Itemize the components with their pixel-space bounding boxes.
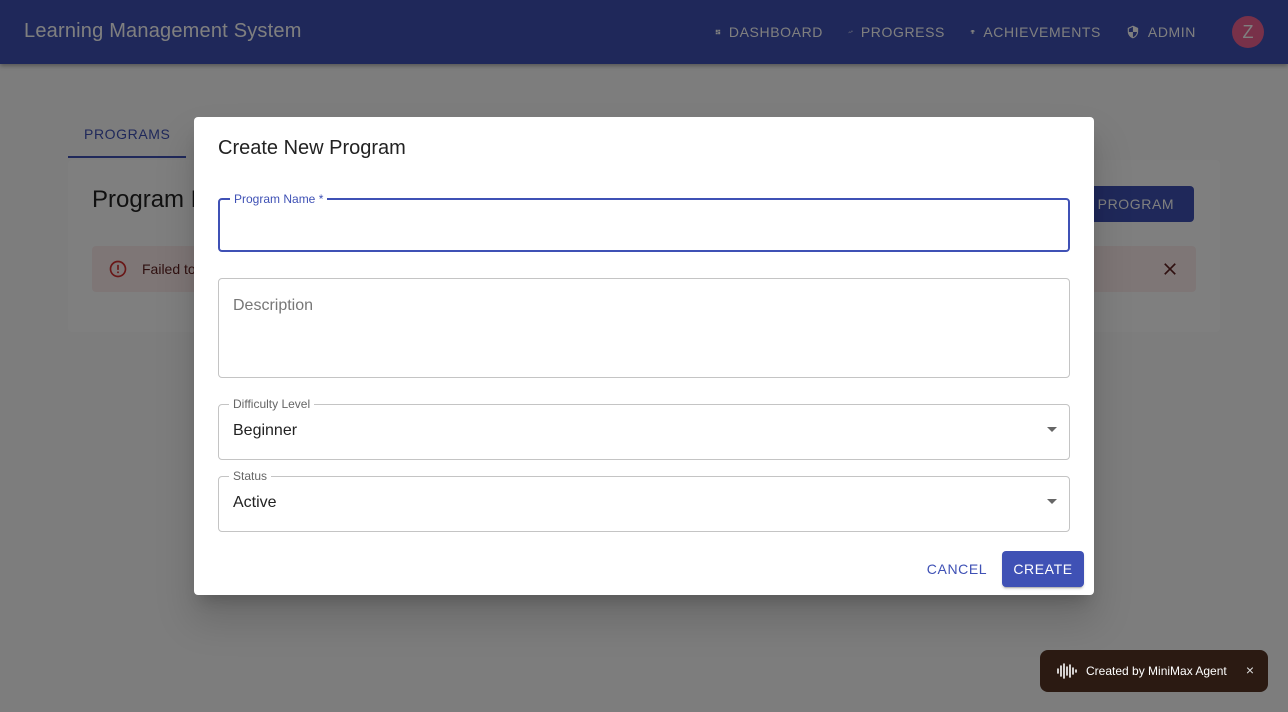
description-field[interactable]: Description <box>218 278 1070 378</box>
difficulty-label: Difficulty Level <box>229 397 315 411</box>
difficulty-select[interactable]: Difficulty Level Beginner <box>218 397 1070 460</box>
status-label: Status <box>229 469 272 483</box>
difficulty-value: Beginner <box>233 422 298 439</box>
program-name-label: Program Name * <box>230 192 328 206</box>
description-label: Description <box>233 297 314 314</box>
status-select[interactable]: Status Active <box>218 469 1070 532</box>
dropdown-arrow-icon <box>1047 427 1057 432</box>
create-program-dialog: Create New Program Program Name * Descri… <box>194 117 1094 595</box>
create-button[interactable]: CREATE <box>1002 551 1084 587</box>
toast-text: Created by MiniMax Agent <box>1086 664 1227 678</box>
dropdown-arrow-icon <box>1047 499 1057 504</box>
dialog-title: Create New Program <box>218 137 406 159</box>
soundwave-icon <box>1057 663 1077 679</box>
minimax-toast: Created by MiniMax Agent × <box>1040 650 1268 692</box>
status-value: Active <box>233 494 277 511</box>
program-name-field[interactable]: Program Name * <box>218 192 1070 252</box>
cancel-button[interactable]: CANCEL <box>922 551 992 587</box>
toast-close-icon[interactable]: × <box>1246 662 1254 678</box>
